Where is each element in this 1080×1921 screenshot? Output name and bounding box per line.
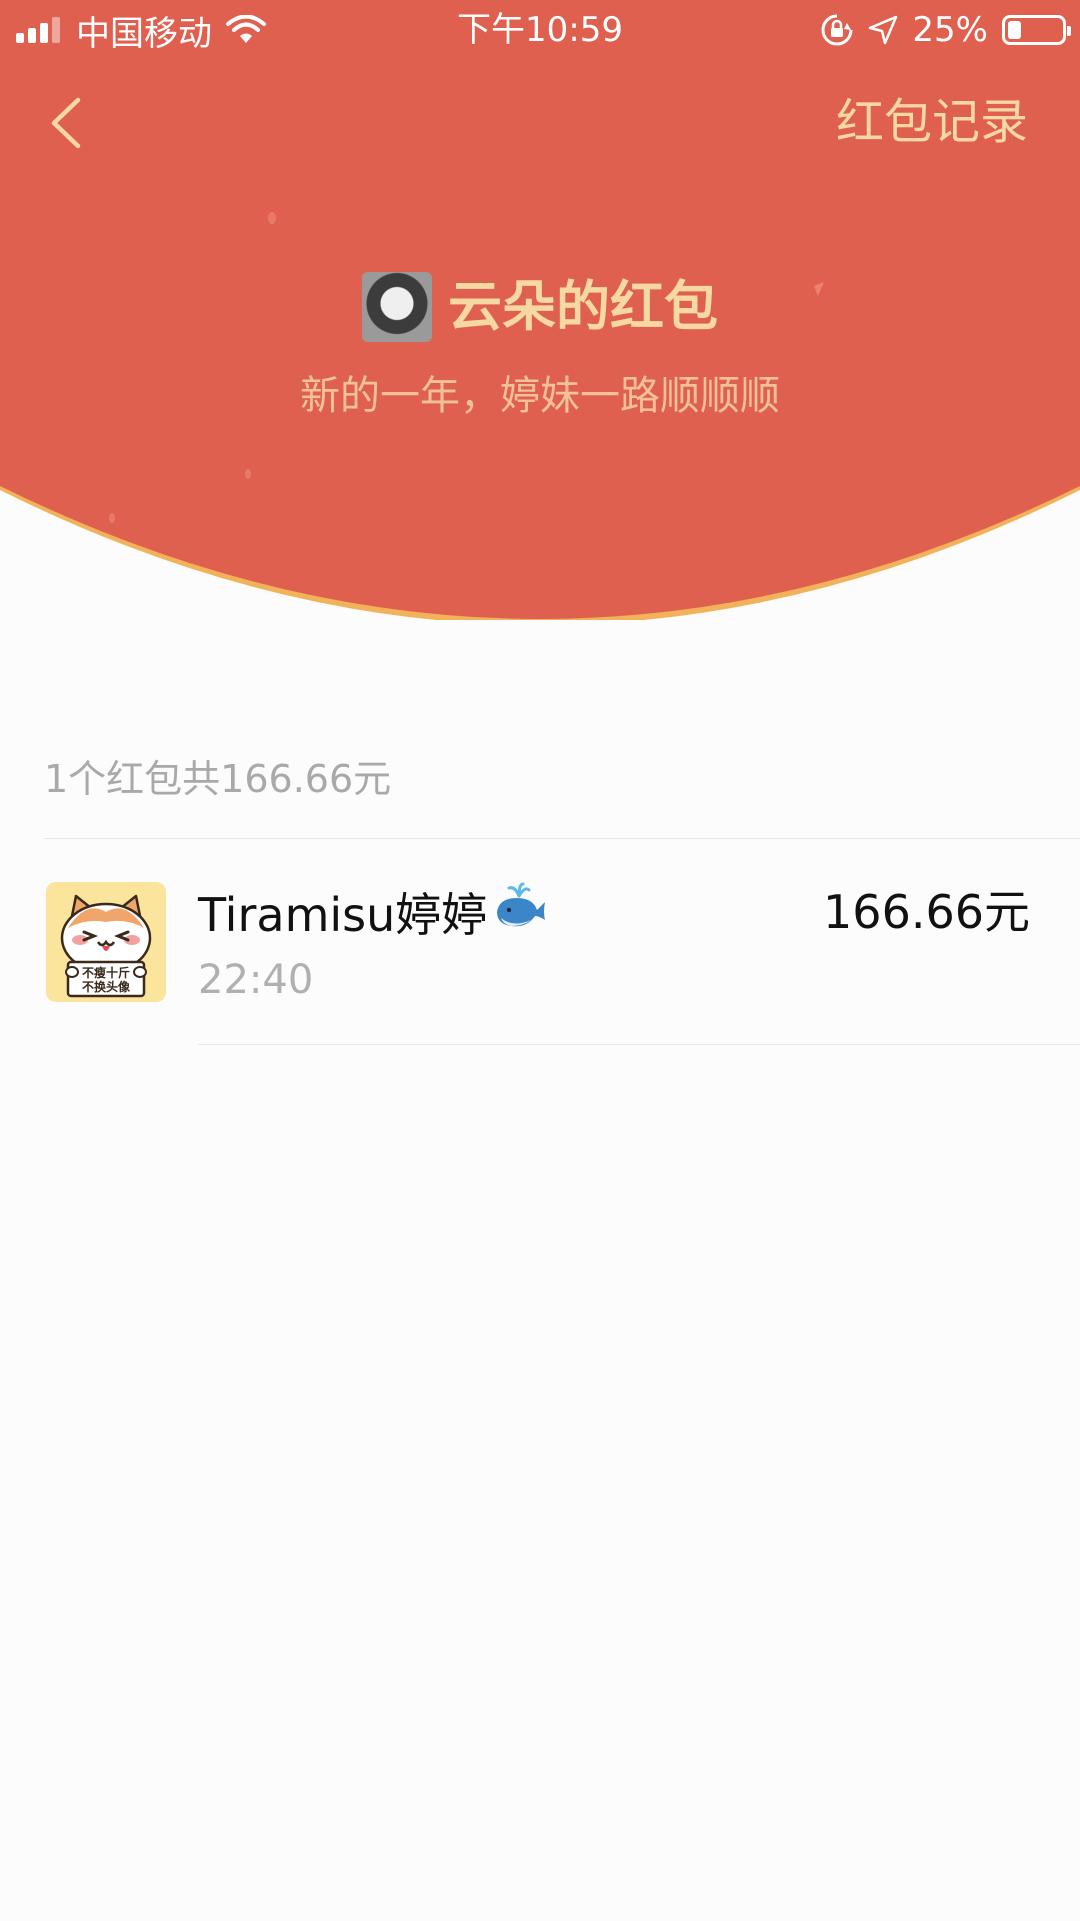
- confetti-speck: [109, 513, 115, 523]
- avatar[interactable]: 不瘦十斤 不换头像: [46, 882, 166, 1002]
- rotation-lock-icon: [821, 14, 853, 46]
- receive-time: 22:40: [198, 957, 314, 1003]
- divider: [198, 1044, 1080, 1045]
- cat-avatar-icon: 不瘦十斤 不换头像: [46, 882, 166, 1002]
- battery-percent: 25%: [912, 10, 988, 50]
- location-arrow-icon: [869, 15, 898, 45]
- red-packet-detail-screen: 中国移动 下午10:59 25% 红包记录 云朵的红包 新的一年，婷妹一路顺顺顺…: [0, 0, 1080, 1921]
- battery-fill: [1008, 21, 1021, 39]
- battery-icon: [1002, 15, 1071, 45]
- avatar-caption-line-1: 不瘦十斤: [82, 965, 130, 980]
- sender-info: 云朵的红包: [0, 272, 1080, 342]
- chevron-left-icon: [51, 97, 81, 149]
- confetti-speck: [268, 212, 276, 224]
- status-bar: 中国移动 下午10:59 25%: [0, 0, 1080, 60]
- receiver-name: Tiramisu婷婷: [198, 888, 488, 942]
- whale-icon: [493, 882, 547, 948]
- sender-title: 云朵的红包: [448, 275, 718, 338]
- red-packet-records-link[interactable]: 红包记录: [836, 90, 1028, 154]
- blessing-message: 新的一年，婷妹一路顺顺顺: [300, 373, 780, 419]
- packet-summary: 1个红包共166.66元: [44, 757, 392, 801]
- received-amount: 166.66元: [823, 885, 1030, 939]
- avatar-caption-line-2: 不换头像: [82, 979, 131, 994]
- receiver-name-line: Tiramisu婷婷: [198, 882, 547, 948]
- status-right: 25%: [806, 8, 1071, 52]
- list-item[interactable]: 不瘦十斤 不换头像 Tiramisu婷婷 22:40 166.66元: [0, 838, 1080, 1044]
- confetti-speck: [245, 469, 251, 479]
- sender-avatar[interactable]: [362, 272, 432, 342]
- back-button[interactable]: [30, 88, 100, 158]
